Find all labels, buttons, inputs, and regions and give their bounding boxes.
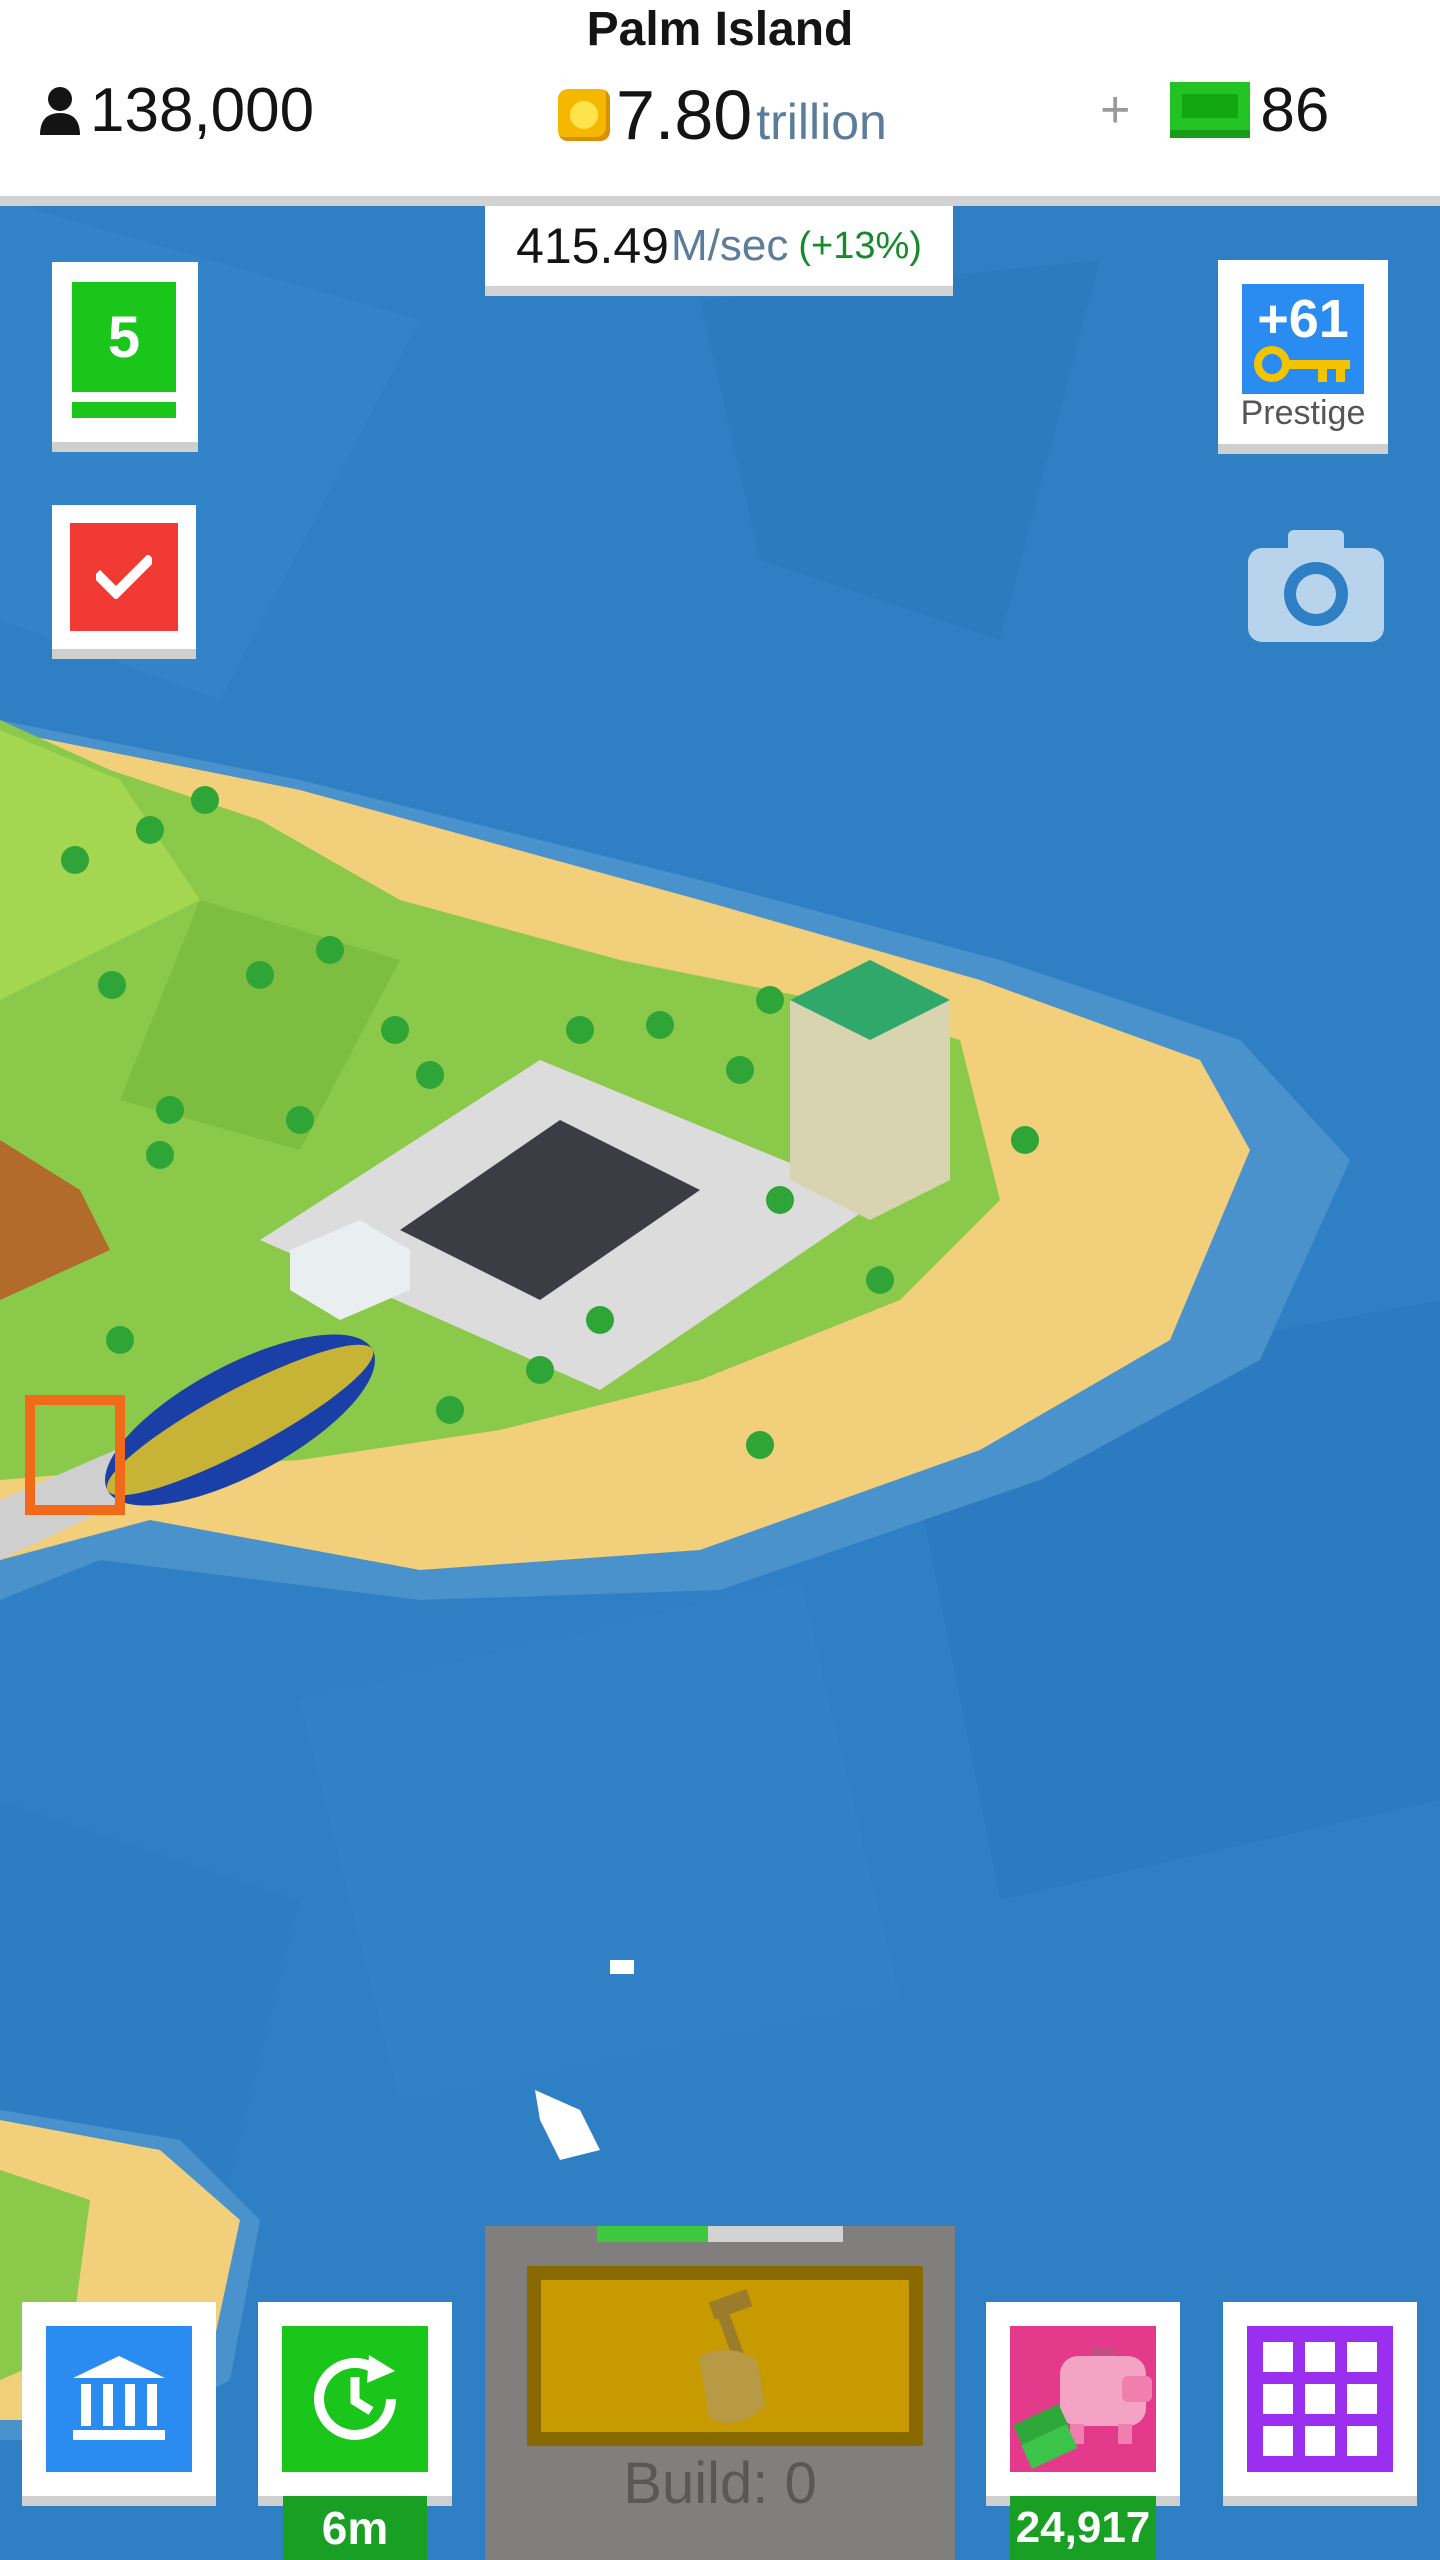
piggy-bank-icon [1010, 2326, 1156, 2472]
bank-button[interactable] [22, 2302, 216, 2506]
island-name[interactable]: Palm Island [0, 0, 1440, 60]
piggy-bank-button[interactable] [986, 2302, 1180, 2506]
menu-button[interactable] [1223, 2302, 1417, 2506]
build-button[interactable]: Build: 0 [485, 2226, 955, 2560]
bank-icon [46, 2326, 192, 2472]
piggy-bank-value: 24,917 [1010, 2496, 1156, 2560]
clock-refresh-icon [282, 2326, 428, 2472]
person-icon [40, 87, 80, 135]
grid-cell [1263, 2426, 1293, 2456]
goals-button[interactable] [52, 505, 196, 659]
grid-cell [1347, 2426, 1377, 2456]
prestige-keys: +61 [1257, 289, 1349, 349]
income-rate-value: 415.49 [516, 218, 669, 274]
gem-value: 86 [1260, 75, 1330, 145]
cash-unit: trillion [756, 94, 887, 150]
prestige-button[interactable]: +61 Prestige [1218, 260, 1388, 454]
population-counter: 138,000 [38, 75, 314, 145]
build-progress-bar [597, 2226, 843, 2242]
time-boost-button[interactable] [258, 2302, 452, 2506]
coin-icon [558, 89, 610, 141]
top-bar: Palm Island 138,000 7.80 trillion + 86 [0, 0, 1440, 206]
buy-gems-plus[interactable]: + [1100, 80, 1130, 140]
cash-value: 7.80 [616, 76, 753, 154]
check-icon [70, 523, 178, 631]
key-icon [1254, 346, 1350, 382]
grid-cell [1347, 2342, 1377, 2372]
grid-cell [1305, 2342, 1335, 2372]
population-value: 138,000 [90, 75, 315, 145]
build-label: Build: 0 [623, 2451, 817, 2516]
grid-cell [1305, 2384, 1335, 2414]
build-progress-fill [597, 2226, 708, 2242]
level-value: 5 [72, 282, 176, 392]
grid-cell [1263, 2342, 1293, 2372]
income-rate-bonus: (+13%) [798, 224, 922, 267]
income-rate-unit: M/sec [671, 221, 789, 270]
prestige-label: Prestige [1240, 394, 1366, 432]
grid-cell [1347, 2384, 1377, 2414]
cash-counter: 7.80 trillion [558, 75, 887, 155]
level-progress-bar [72, 402, 176, 418]
gem-icon [1170, 82, 1251, 138]
income-rate[interactable]: 415.49 M/sec (+13%) [485, 206, 953, 296]
camera-icon[interactable] [1248, 530, 1384, 642]
build-panel [527, 2266, 923, 2446]
grid-menu-icon [1247, 2326, 1393, 2472]
grid-cell [1305, 2426, 1335, 2456]
boost-timer: 6m [283, 2496, 427, 2560]
level-button[interactable]: 5 [52, 262, 198, 452]
gem-counter[interactable]: + 86 [1100, 75, 1329, 145]
grid-cell [1263, 2384, 1293, 2414]
hammer-hand-icon [699, 2289, 765, 2423]
prestige-badge: +61 [1242, 284, 1364, 394]
